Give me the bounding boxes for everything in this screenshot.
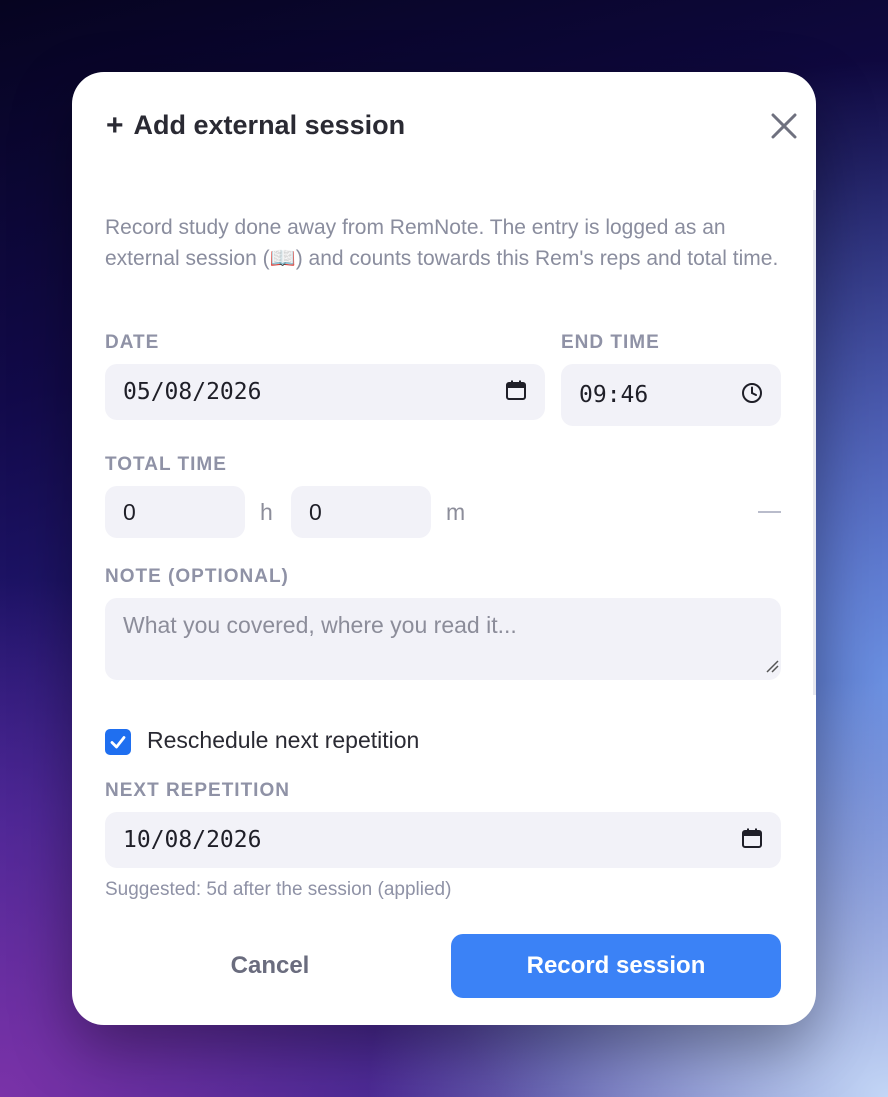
next-repetition-value: 10/08/2026: [123, 827, 262, 853]
plus-icon: +: [106, 108, 124, 142]
total-time-label: TOTAL TIME: [105, 454, 227, 475]
minutes-value: 0: [309, 498, 322, 525]
date-label: DATE: [105, 332, 160, 353]
end-time-label: END TIME: [561, 332, 660, 353]
dialog-title-text: Add external session: [133, 110, 406, 140]
resize-handle-icon[interactable]: [765, 659, 779, 678]
reschedule-checkbox[interactable]: [105, 729, 131, 755]
next-repetition-label: NEXT REPETITION: [105, 780, 290, 801]
minutes-unit: m: [446, 499, 466, 525]
hours-unit: h: [260, 499, 273, 525]
check-icon: [110, 736, 126, 749]
calendar-icon[interactable]: [741, 827, 763, 854]
cancel-button[interactable]: Cancel: [105, 934, 435, 998]
dialog-description: Record study done away from RemNote. The…: [105, 216, 779, 270]
minutes-input[interactable]: 0: [291, 486, 431, 538]
note-label: NOTE (OPTIONAL): [105, 566, 289, 587]
close-icon[interactable]: [770, 112, 798, 140]
hours-input[interactable]: 0: [105, 486, 245, 538]
add-external-session-dialog: + Add external session Record study done…: [72, 72, 816, 1025]
record-session-button[interactable]: Record session: [451, 934, 781, 998]
date-value: 05/08/2026: [123, 379, 262, 405]
total-time-summary: [758, 511, 781, 513]
end-time-value: 09:46: [579, 382, 649, 408]
scrollbar[interactable]: [813, 190, 816, 695]
next-repetition-input[interactable]: 10/08/2026: [105, 812, 781, 868]
end-time-input[interactable]: 09:46: [561, 364, 781, 426]
hours-value: 0: [123, 498, 136, 525]
reschedule-label[interactable]: Reschedule next repetition: [147, 727, 419, 754]
calendar-icon[interactable]: [505, 379, 527, 406]
note-placeholder: What you covered, where you read it...: [123, 612, 517, 638]
date-input[interactable]: 05/08/2026: [105, 364, 545, 420]
dialog-title: + Add external session: [106, 110, 405, 141]
clock-icon[interactable]: [741, 382, 763, 409]
suggestion-hint: Suggested: 5d after the session (applied…: [105, 879, 452, 900]
note-textarea[interactable]: What you covered, where you read it...: [105, 598, 781, 680]
